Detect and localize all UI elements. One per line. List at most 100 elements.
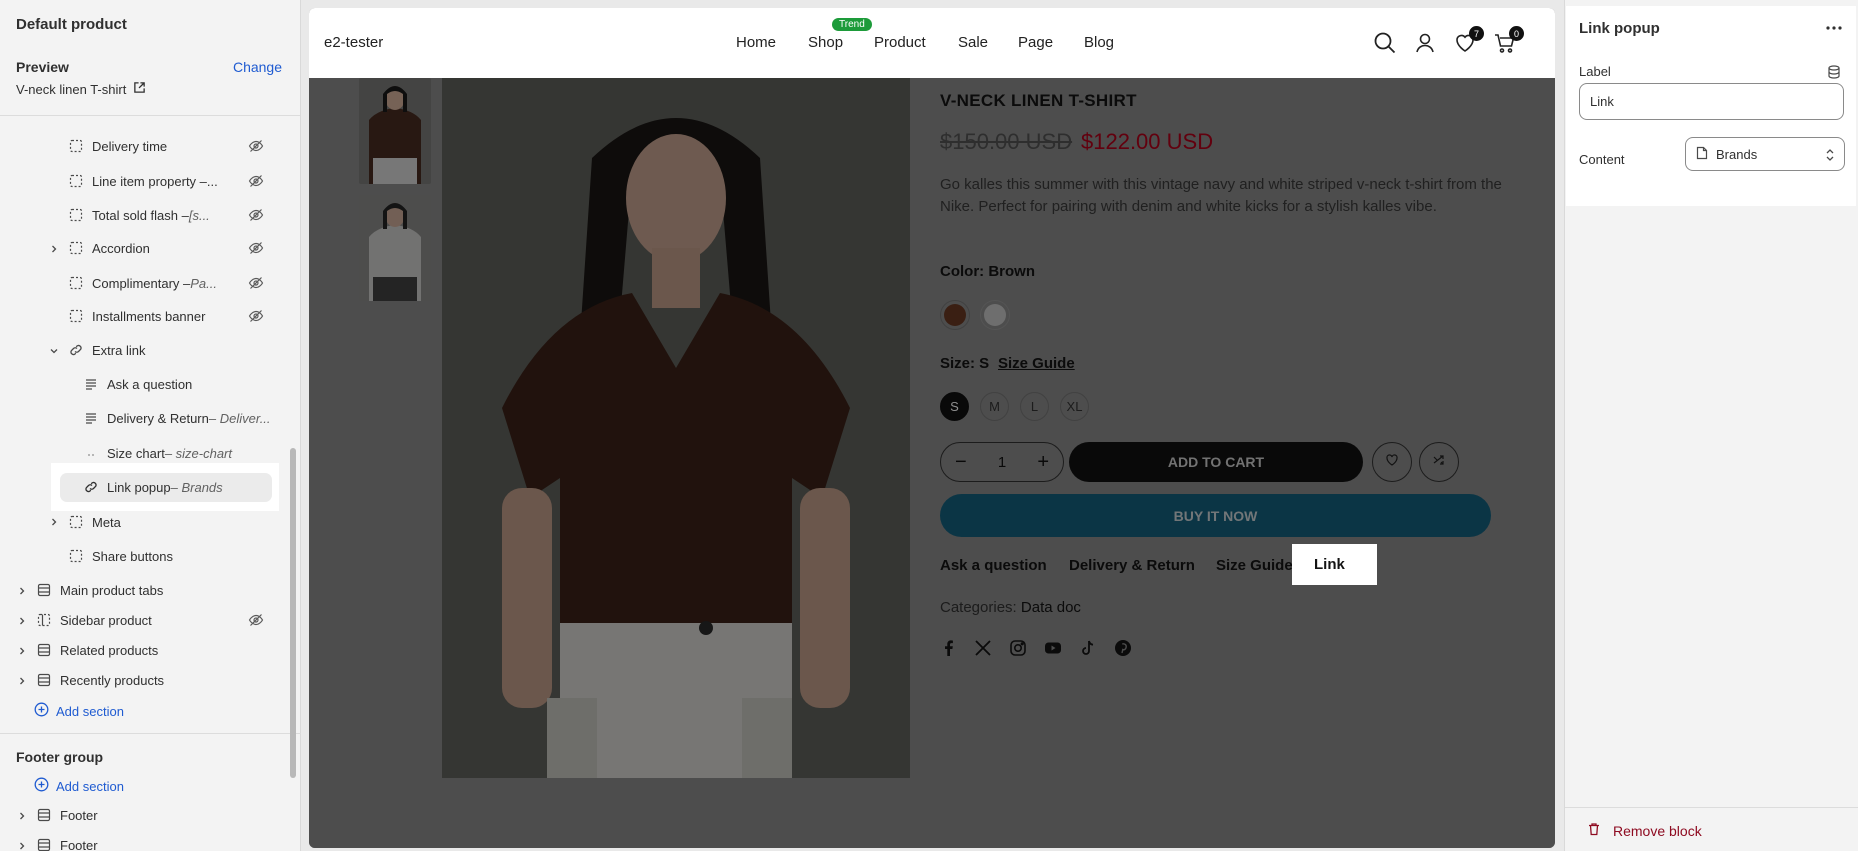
- instagram-icon[interactable]: [1009, 639, 1027, 657]
- tree-item-label: Complimentary –: [92, 275, 191, 291]
- tree-item-label: Link popup: [107, 479, 171, 495]
- size-option-xl[interactable]: XL: [1060, 392, 1089, 421]
- remove-block-button[interactable]: Remove block: [1587, 822, 1702, 839]
- quantity-stepper[interactable]: − 1 +: [940, 442, 1064, 482]
- chevron-right-icon[interactable]: [16, 615, 28, 627]
- swatch-fill: [984, 304, 1006, 326]
- hidden-eye-icon[interactable]: [248, 207, 264, 223]
- account-icon[interactable]: [1412, 30, 1438, 56]
- tree-item-ask-a-question[interactable]: Ask a question: [83, 372, 192, 396]
- preview-label: Preview: [16, 59, 69, 75]
- tree-item-label: Line item property –...: [92, 173, 218, 189]
- block-icon: [68, 240, 84, 256]
- hidden-eye-icon[interactable]: [248, 138, 264, 154]
- category-link[interactable]: Data doc: [1021, 599, 1081, 616]
- hidden-eye-icon[interactable]: [248, 612, 264, 628]
- nav-page[interactable]: Page: [1018, 34, 1053, 51]
- change-preview-button[interactable]: Change: [233, 59, 282, 75]
- facebook-icon[interactable]: [940, 639, 958, 657]
- chevron-right-icon[interactable]: [16, 810, 28, 822]
- dynamic-source-icon[interactable]: [1826, 64, 1842, 80]
- nav-blog[interactable]: Blog: [1084, 34, 1114, 51]
- tree-item-recently-products[interactable]: Recently products: [36, 668, 164, 692]
- tree-item-accordion[interactable]: Accordion: [68, 236, 150, 260]
- minus-icon[interactable]: −: [955, 452, 967, 472]
- product-main-image[interactable]: [442, 78, 910, 778]
- tree-item-label: Size chart: [107, 445, 165, 461]
- nav-home[interactable]: Home: [736, 34, 776, 51]
- product-description: Go kalles this summer with this vintage …: [940, 176, 1502, 215]
- wishlist-button[interactable]: [1372, 442, 1412, 482]
- tree-item-line-item-property[interactable]: Line item property –...: [68, 169, 218, 193]
- search-icon[interactable]: [1372, 30, 1398, 56]
- chevron-right-icon[interactable]: [48, 516, 60, 528]
- hidden-eye-icon[interactable]: [248, 173, 264, 189]
- product-thumbnail-white[interactable]: [359, 195, 431, 301]
- add-section-button[interactable]: Add section: [34, 702, 124, 720]
- tree-item-size-chart[interactable]: Size chart – size-chart: [83, 441, 232, 465]
- size-guide-popup-link[interactable]: Size Guide: [1216, 557, 1293, 574]
- sidebar-scrollbar[interactable]: [290, 448, 296, 778]
- tree-item-delivery-time[interactable]: Delivery time: [68, 134, 167, 158]
- highlighted-link-popup[interactable]: Link: [1292, 544, 1377, 585]
- chevron-down-icon[interactable]: [48, 345, 60, 357]
- chevron-right-icon[interactable]: [16, 840, 28, 851]
- plus-circle-icon: [34, 777, 49, 795]
- nav-product[interactable]: Product: [874, 34, 926, 51]
- more-options-icon[interactable]: [1824, 18, 1844, 38]
- color-swatch-white[interactable]: [980, 300, 1010, 330]
- content-select[interactable]: Brands: [1685, 137, 1845, 171]
- tree-item-extra-link[interactable]: Extra link: [68, 338, 145, 362]
- chevron-right-icon[interactable]: [48, 243, 60, 255]
- size-guide-link[interactable]: Size Guide: [998, 355, 1075, 372]
- chevron-right-icon[interactable]: [16, 645, 28, 657]
- buy-it-now-button[interactable]: BUY IT NOW: [940, 494, 1491, 537]
- compare-button[interactable]: [1419, 442, 1459, 482]
- tree-item-share-buttons[interactable]: Share buttons: [68, 544, 173, 568]
- size-option-m[interactable]: M: [980, 392, 1009, 421]
- x-icon[interactable]: [974, 639, 992, 657]
- thumbnail-white-image: [359, 195, 431, 301]
- chevron-right-icon[interactable]: [16, 585, 28, 597]
- hidden-eye-icon[interactable]: [248, 275, 264, 291]
- tree-item-footer[interactable]: Footer: [36, 833, 98, 851]
- block-icon: [68, 308, 84, 324]
- hidden-eye-icon[interactable]: [248, 308, 264, 324]
- delivery-return-link[interactable]: Delivery & Return: [1069, 557, 1195, 574]
- tree-item-sidebar-product[interactable]: Sidebar product: [36, 608, 152, 632]
- tree-item-link-popup[interactable]: Link popup – Brands: [83, 475, 223, 499]
- tree-item-complimentary[interactable]: Complimentary – Pa...: [68, 271, 217, 295]
- tree-item-installments-banner[interactable]: Installments banner: [68, 304, 205, 328]
- tiktok-icon[interactable]: [1079, 639, 1097, 657]
- tree-item-related-products[interactable]: Related products: [36, 638, 158, 662]
- preview-product-link[interactable]: V-neck linen T-shirt: [16, 81, 146, 97]
- size-option-l[interactable]: L: [1020, 392, 1049, 421]
- tree-item-delivery-return[interactable]: Delivery & Return – Deliver...: [83, 406, 271, 430]
- add-section-label: Add section: [56, 703, 124, 719]
- ask-a-question-link[interactable]: Ask a question: [940, 557, 1047, 574]
- chevron-right-icon[interactable]: [16, 675, 28, 687]
- tree-item-total-sold-flash[interactable]: Total sold flash – [s...: [68, 203, 210, 227]
- pinterest-icon[interactable]: [1114, 639, 1132, 657]
- content-field-label: Content: [1579, 152, 1625, 167]
- tree-item-main-product-tabs[interactable]: Main product tabs: [36, 578, 163, 602]
- tree-item-label: Recently products: [60, 672, 165, 688]
- section-icon: [36, 807, 52, 823]
- product-thumbnail-brown[interactable]: [359, 78, 431, 184]
- footer-add-section-button[interactable]: Add section: [34, 777, 124, 795]
- tree-item-footer[interactable]: Footer: [36, 803, 98, 827]
- plus-icon[interactable]: +: [1037, 452, 1049, 472]
- nav-shop[interactable]: Shop: [808, 34, 843, 51]
- select-arrows-icon: [1824, 147, 1836, 163]
- youtube-icon[interactable]: [1044, 639, 1062, 657]
- tree-item-label: Delivery time: [92, 138, 168, 154]
- store-brand[interactable]: e2-tester: [324, 34, 383, 51]
- tree-item-meta[interactable]: Meta: [68, 510, 121, 534]
- size-option-s[interactable]: S: [940, 392, 969, 421]
- hidden-eye-icon[interactable]: [248, 240, 264, 256]
- nav-sale[interactable]: Sale: [958, 34, 988, 51]
- quantity-value[interactable]: 1: [998, 454, 1006, 471]
- label-input[interactable]: [1579, 83, 1844, 120]
- color-swatch-brown[interactable]: [940, 300, 970, 330]
- add-to-cart-button[interactable]: ADD TO CART: [1069, 442, 1363, 482]
